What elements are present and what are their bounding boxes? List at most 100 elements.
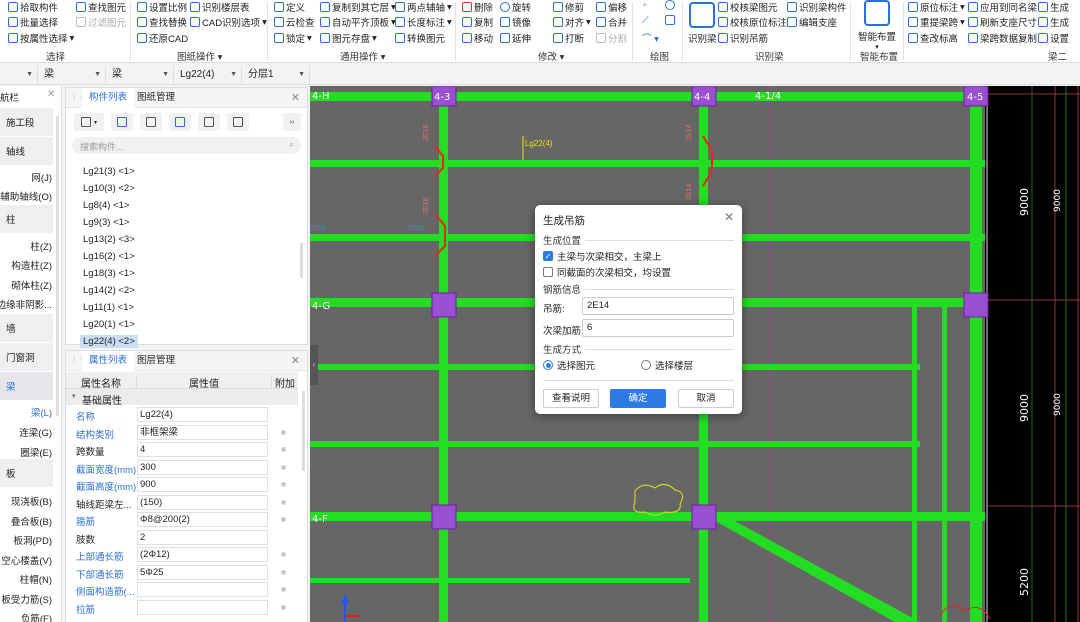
component-list-item[interactable]: Lg10(3) <2> bbox=[80, 182, 138, 195]
nav-item[interactable]: 板洞(PD) bbox=[13, 533, 52, 547]
cad-options-button[interactable]: CAD识别选项 ▾ bbox=[190, 15, 267, 29]
collapse-panel-handle[interactable]: ‹ bbox=[310, 345, 318, 385]
property-value-input[interactable]: (150) bbox=[137, 494, 268, 510]
property-value-input[interactable]: (2Φ12) bbox=[137, 547, 268, 562]
set-scale-button[interactable]: 设置比例 bbox=[137, 0, 187, 14]
extra-toggle-dot[interactable] bbox=[281, 569, 286, 575]
sublayer-select[interactable]: 分层1 ▼ bbox=[244, 66, 310, 83]
delete-button[interactable]: 删除 bbox=[462, 0, 493, 14]
section-basic-properties[interactable]: ▾ 基础属性 bbox=[66, 389, 298, 407]
copy-button[interactable]: 复制 bbox=[462, 15, 493, 29]
circle-draw-button[interactable] bbox=[665, 0, 675, 10]
define-button[interactable]: 定义 bbox=[274, 0, 305, 14]
extra-toggle-dot[interactable] bbox=[281, 447, 286, 452]
nav-header-construction[interactable]: 施工段 bbox=[0, 108, 53, 136]
nav-item[interactable]: 梁(L) bbox=[31, 405, 52, 419]
restore-cad-button[interactable]: 还原CAD bbox=[137, 31, 188, 45]
two-point-axis-button[interactable]: 两点辅轴 ▾ bbox=[395, 0, 452, 14]
property-value-input[interactable]: 900 bbox=[137, 477, 268, 492]
hanger-input[interactable]: 2E14 bbox=[582, 297, 734, 315]
break-button[interactable]: 打断 bbox=[553, 31, 584, 45]
radio-select-element[interactable]: 选择图元 bbox=[543, 358, 595, 372]
merge-button[interactable]: 合并 bbox=[596, 15, 627, 29]
property-value-input[interactable] bbox=[137, 582, 268, 597]
find-replace-button[interactable]: 查找替换 bbox=[137, 15, 187, 29]
nav-item[interactable]: 构造柱(Z) bbox=[11, 258, 52, 272]
component-list-item[interactable]: Lg8(4) <1> bbox=[80, 199, 132, 212]
copy-span-data-button[interactable]: 梁跨数据复制 bbox=[968, 31, 1037, 45]
component-list-item[interactable]: Lg20(1) <1> bbox=[80, 318, 138, 331]
lock-button[interactable]: 锁定 ▾ bbox=[274, 31, 312, 45]
property-value-input[interactable]: Lg22(4) bbox=[137, 407, 268, 422]
component-list-item[interactable]: Lg11(1) <1> bbox=[80, 301, 137, 314]
load-component-button[interactable] bbox=[227, 113, 249, 131]
re-span-button[interactable]: 重提梁跨 ▾ bbox=[908, 15, 965, 29]
nav-item[interactable]: 负筋(F) bbox=[21, 611, 52, 622]
type-select[interactable]: 梁 ▼ bbox=[108, 66, 174, 83]
check-beam-element-button[interactable]: 校核梁图元 bbox=[718, 0, 778, 14]
smart-layout-button[interactable]: 智能布置 ▾ bbox=[858, 0, 896, 51]
offset-button[interactable]: 偏移 bbox=[596, 0, 627, 14]
rotate-button[interactable]: 旋转 bbox=[500, 0, 531, 14]
nav-header-opening[interactable]: 门窗洞 bbox=[0, 343, 53, 371]
copy-component-button[interactable] bbox=[111, 113, 133, 131]
property-value-input[interactable]: 300 bbox=[137, 459, 268, 475]
component-select[interactable]: Lg22(4) ▼ bbox=[176, 66, 242, 83]
scrollbar[interactable] bbox=[56, 116, 59, 416]
search-input[interactable]: 搜索构件... ⌕ bbox=[72, 137, 301, 154]
extra-stirrup-input[interactable]: 6 bbox=[582, 319, 734, 337]
copy-to-layer-button[interactable]: 复制到其它层 ▾ bbox=[320, 0, 396, 14]
scrollbar[interactable] bbox=[300, 243, 303, 278]
nav-item[interactable]: 连梁(G) bbox=[19, 425, 52, 439]
extra-toggle-dot[interactable] bbox=[281, 604, 286, 610]
tab-component-list[interactable]: 构件列表 bbox=[82, 88, 135, 108]
in-place-annotation-button[interactable]: 原位标注 ▾ bbox=[908, 0, 965, 14]
nav-item[interactable]: 辅助轴线(O) bbox=[0, 189, 52, 203]
settings-button[interactable]: 设置 bbox=[1038, 31, 1069, 45]
property-value-input[interactable]: Φ8@200(2) bbox=[137, 512, 268, 527]
select-by-property-button[interactable]: 按属性选择 ▾ bbox=[8, 31, 74, 45]
cloud-check-button[interactable]: 云检查 bbox=[274, 15, 315, 29]
expand-toolbar-button[interactable]: ›› bbox=[283, 113, 301, 131]
identify-beam-component-button[interactable]: 识别梁构件 bbox=[787, 0, 847, 14]
length-dimension-button[interactable]: 长度标注 ▾ bbox=[395, 15, 452, 29]
property-value-input[interactable]: 2 bbox=[137, 529, 268, 545]
pick-component-button[interactable]: 拾取构件 bbox=[8, 0, 58, 14]
save-component-button[interactable] bbox=[198, 113, 220, 131]
tab-layer-management[interactable]: 图层管理 bbox=[130, 351, 182, 371]
property-value-input[interactable]: 非框架梁 bbox=[137, 424, 268, 440]
close-icon[interactable]: ✕ bbox=[724, 210, 734, 224]
tab-drawing-management[interactable]: 图纸管理 bbox=[130, 88, 182, 108]
nav-item[interactable]: 砌体柱(Z) bbox=[11, 278, 52, 292]
extra-toggle-dot[interactable] bbox=[281, 552, 286, 557]
new-component-button[interactable]: ▾ bbox=[74, 113, 104, 131]
tab-property-list[interactable]: 属性列表 bbox=[82, 351, 135, 371]
point-draw-button[interactable]: + bbox=[642, 0, 648, 11]
nav-item[interactable]: 板受力筋(S) bbox=[1, 592, 52, 606]
extra-toggle-dot[interactable] bbox=[281, 482, 286, 487]
find-element-button[interactable]: 查找图元 bbox=[76, 0, 126, 14]
identify-hanger-button[interactable]: 识别吊筋 bbox=[718, 31, 768, 45]
extra-toggle-dot[interactable] bbox=[281, 464, 286, 470]
arc-draw-button[interactable]: ⌒ ▾ bbox=[642, 31, 659, 45]
identify-floor-table-button[interactable]: 识别楼层表 bbox=[190, 0, 250, 14]
split-button[interactable]: 分割 bbox=[596, 31, 627, 45]
nav-header-slab[interactable]: 板 bbox=[0, 459, 53, 487]
extra-toggle-dot[interactable] bbox=[281, 499, 286, 505]
nav-header-wall[interactable]: 墙 bbox=[0, 314, 53, 342]
option-same-section-checkbox[interactable]: 同截面的次梁相交，均设置 bbox=[543, 265, 671, 279]
check-annotation-button[interactable]: 校核原位标注 bbox=[718, 15, 787, 29]
nav-item[interactable]: 空心楼盖(V) bbox=[1, 553, 52, 567]
move-button[interactable]: 移动 bbox=[462, 31, 493, 45]
convert-element-button[interactable]: 转换图元 bbox=[395, 31, 445, 45]
filter-element-button[interactable]: 过滤图元 bbox=[76, 15, 126, 29]
close-icon[interactable]: ✕ bbox=[291, 354, 300, 367]
auto-align-slab-button[interactable]: 自动平齐顶板 ▾ bbox=[320, 15, 396, 29]
scrollbar[interactable] bbox=[302, 391, 305, 471]
batch-select-button[interactable]: 批量选择 bbox=[8, 15, 58, 29]
nav-header-axis[interactable]: 轴线 bbox=[0, 137, 53, 165]
extra-toggle-dot[interactable] bbox=[281, 429, 286, 435]
refresh-support-button[interactable]: 刷新支座尺寸 bbox=[968, 15, 1037, 29]
option-main-beam-checkbox[interactable]: ✓ 主梁与次梁相交，主梁上 bbox=[543, 249, 662, 263]
view-help-button[interactable]: 查看说明 bbox=[543, 389, 599, 408]
